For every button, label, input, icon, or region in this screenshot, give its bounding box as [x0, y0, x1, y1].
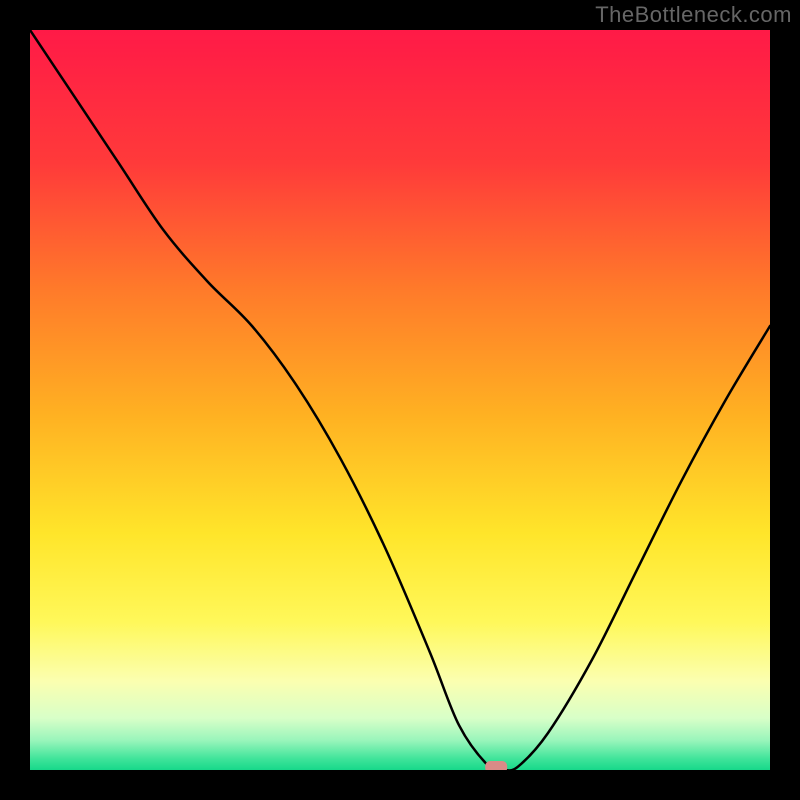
optimal-marker	[485, 761, 507, 770]
plot-area	[30, 30, 770, 770]
chart-svg	[30, 30, 770, 770]
watermark-text: TheBottleneck.com	[595, 2, 792, 28]
chart-frame: TheBottleneck.com	[0, 0, 800, 800]
gradient-background	[30, 30, 770, 770]
